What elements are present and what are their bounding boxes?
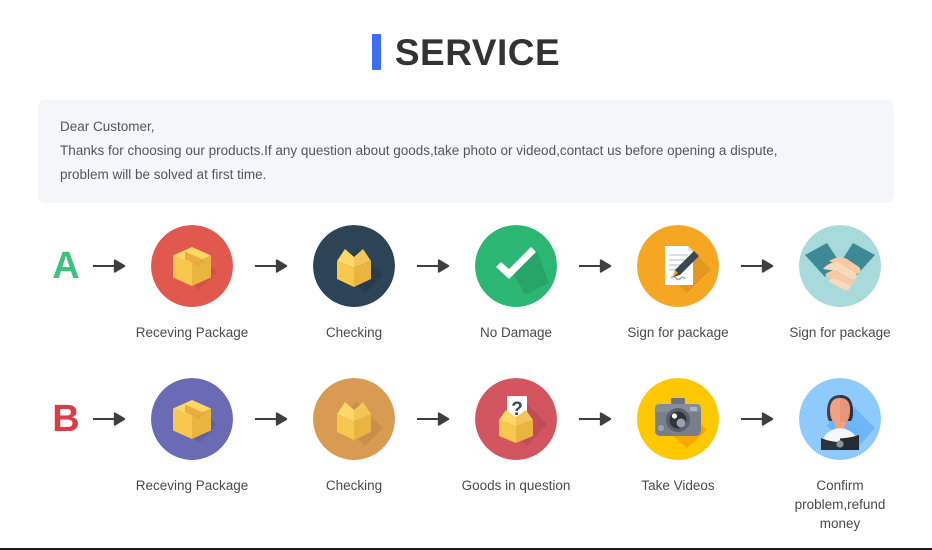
arrow-right-icon [412,378,458,460]
flow-letter-a: A [52,245,80,287]
flow-step-label: Checking [325,478,383,493]
closed-box-icon [151,378,233,460]
flow-step-label: Receving Package [135,478,249,493]
flow-letter-b: B [52,398,80,440]
arrow-right-icon [250,378,296,460]
flow-step: Checking [296,225,412,342]
arrow-right-icon [736,225,782,307]
arrow-right-icon [574,378,620,460]
flow-step: Confirm problem,refund money [782,378,898,533]
page-title-text: SERVICE [394,31,561,73]
handshake-icon [799,225,881,307]
flow-step: Sign for package [620,225,736,342]
flow-step: Sign for package [782,225,898,342]
open-box-icon [313,378,395,460]
service-page: SERVICE Dear Customer, Thanks for choosi… [0,0,932,550]
customer-notice: Dear Customer, Thanks for choosing our p… [38,100,894,203]
notice-line-3: problem will be solved at first time. [60,167,267,182]
flow-step: No Damage [458,225,574,342]
flow-row-b: B Receving Package Checking ? Goods in q… [0,378,932,533]
notice-line-1: Dear Customer, [60,119,155,134]
closed-box-icon [151,225,233,307]
open-box-icon [313,225,395,307]
flow-step-label: No Damage [479,325,553,340]
arrow-right-icon [574,225,620,307]
page-title: SERVICE [0,0,932,78]
camera-icon [637,378,719,460]
person-icon [799,378,881,460]
flow-step-label: Confirm problem,refund money [794,478,886,531]
flow-step-label: Goods in question [461,478,571,493]
arrow-right-icon [88,225,134,307]
flow-step-label: Sign for package [627,325,729,340]
flow-step: Receving Package [134,225,250,342]
title-accent-bar [371,34,381,70]
check-mark-icon [475,225,557,307]
flow-step-label: Receving Package [135,325,249,340]
arrow-right-icon [250,225,296,307]
arrow-right-icon [736,378,782,460]
flow-step: Take Videos [620,378,736,495]
flow-step-label: Sign for package [789,325,891,340]
arrow-right-icon [412,225,458,307]
flow-step-label: Take Videos [641,478,715,493]
flow-step: Receving Package [134,378,250,495]
notice-line-2: Thanks for choosing our products.If any … [60,143,778,158]
question-box-icon: ? [475,378,557,460]
document-pen-icon [637,225,719,307]
arrow-right-icon [88,378,134,460]
flow-step-label: Checking [325,325,383,340]
flow-row-a: A Receving Package Checking No Damage Si… [0,225,932,342]
flow-step: Checking [296,378,412,495]
flow-step: ? Goods in question [458,378,574,495]
